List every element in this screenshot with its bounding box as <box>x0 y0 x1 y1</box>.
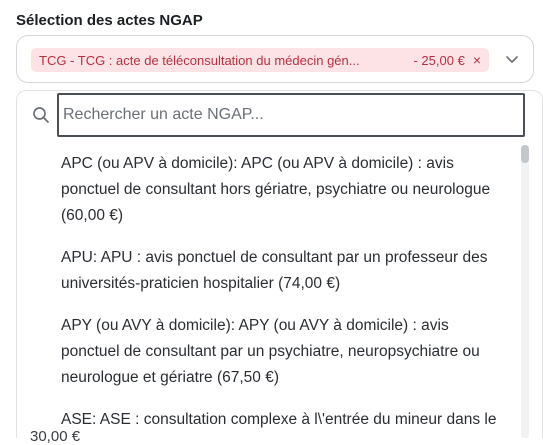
options-list: APC (ou APV à domicile): APC (ou APV à d… <box>17 143 517 438</box>
scrollbar[interactable] <box>521 145 529 438</box>
background-price-text: 30,00 € <box>30 428 81 445</box>
close-icon[interactable]: × <box>473 52 481 68</box>
option-apy[interactable]: APY (ou AVY à domicile): APY (ou AVY à d… <box>17 305 517 399</box>
search-input[interactable] <box>57 93 525 137</box>
option-apc[interactable]: APC (ou APV à domicile): APC (ou APV à d… <box>17 143 517 237</box>
options-dropdown: APC (ou APV à domicile): APC (ou APV à d… <box>16 90 543 438</box>
field-label: Sélection des actes NGAP <box>16 12 203 29</box>
chip-price: - 25,00 € <box>413 52 465 68</box>
option-ase[interactable]: ASE: ASE : consultation complexe à l\'en… <box>17 399 517 438</box>
search-icon <box>33 107 49 123</box>
ngap-select[interactable]: TCG - TCG : acte de téléconsultation du … <box>16 35 534 83</box>
option-apu[interactable]: APU: APU : avis ponctuel de consultant p… <box>17 237 517 305</box>
chip-label: TCG - TCG : acte de téléconsultation du … <box>39 52 360 68</box>
selected-chip: TCG - TCG : acte de téléconsultation du … <box>31 48 489 72</box>
chevron-down-icon[interactable] <box>505 52 519 66</box>
scroll-thumb[interactable] <box>521 145 529 163</box>
